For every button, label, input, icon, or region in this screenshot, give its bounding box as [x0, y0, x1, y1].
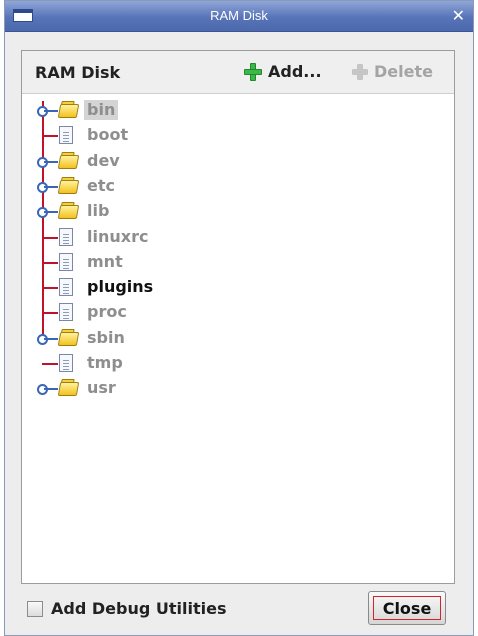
tree-item-label[interactable]: lib — [84, 201, 112, 221]
add-icon — [244, 62, 262, 81]
tree-branch-line — [42, 135, 58, 138]
add-button-label: Add... — [268, 62, 322, 81]
tree-item-usr[interactable]: usr — [22, 376, 322, 401]
window-title: RAM Disk — [210, 8, 268, 23]
tree-item-label[interactable]: mnt — [84, 252, 126, 272]
tree-item-boot[interactable]: boot — [22, 123, 322, 148]
tree-branch-line — [44, 337, 58, 340]
close-button-label: Close — [382, 599, 432, 618]
tree-item-label[interactable]: sbin — [84, 328, 128, 348]
ram-disk-dialog: RAM Disk ✕ RAM Disk Add... Delete bin boo… — [4, 0, 474, 636]
tree-item-lib[interactable]: lib — [22, 199, 322, 224]
tree-branch-line — [42, 261, 58, 264]
tree-branch-line — [44, 185, 58, 188]
folder-icon — [59, 101, 78, 118]
tree-branch-line — [44, 211, 58, 214]
tree-branch-line — [42, 236, 58, 239]
file-tree: bin boot dev etc lib linuxrc mnt plugins proc sbi… — [22, 93, 454, 583]
debug-utilities-checkbox[interactable] — [27, 600, 43, 617]
panel-header: RAM Disk Add... Delete — [22, 51, 454, 94]
tree-branch-line — [42, 312, 58, 315]
file-icon — [59, 252, 73, 271]
file-icon — [59, 354, 73, 372]
file-icon — [59, 126, 73, 145]
tree-item-mnt[interactable]: mnt — [22, 250, 322, 275]
tree-item-label[interactable]: plugins — [84, 277, 156, 297]
panel-title: RAM Disk — [35, 63, 121, 82]
folder-icon — [59, 177, 78, 194]
tree-branch-line — [44, 388, 58, 391]
title-bar[interactable]: RAM Disk ✕ — [5, 1, 473, 32]
ram-disk-panel: RAM Disk Add... Delete bin boot dev etc lib l… — [21, 50, 455, 584]
file-icon — [59, 303, 73, 322]
tree-item-bin[interactable]: bin — [22, 98, 322, 123]
tree-item-label[interactable]: linuxrc — [84, 227, 151, 247]
debug-utilities-option[interactable]: Add Debug Utilities — [27, 599, 226, 618]
tree-item-label[interactable]: dev — [84, 151, 123, 171]
tree-item-label[interactable]: etc — [84, 176, 118, 196]
tree-branch-line — [42, 287, 58, 290]
close-button[interactable]: Close — [368, 591, 446, 625]
folder-icon — [59, 202, 78, 219]
tree-item-label[interactable]: boot — [84, 125, 131, 145]
tree-item-dev[interactable]: dev — [22, 149, 322, 174]
tree-item-proc[interactable]: proc — [22, 300, 322, 325]
debug-utilities-label: Add Debug Utilities — [51, 599, 227, 618]
folder-icon — [59, 329, 78, 346]
tree-branch-line — [44, 110, 58, 112]
file-icon — [59, 227, 73, 246]
tree-item-linuxrc[interactable]: linuxrc — [22, 225, 322, 250]
tree-item-label[interactable]: tmp — [84, 353, 126, 373]
close-window-icon[interactable]: ✕ — [452, 6, 465, 25]
folder-icon — [59, 379, 78, 396]
tree-item-sbin[interactable]: sbin — [22, 326, 322, 351]
delete-button[interactable]: Delete — [352, 62, 433, 81]
tree-item-label[interactable]: bin — [84, 100, 119, 120]
delete-icon — [352, 63, 368, 80]
tree-item-tmp[interactable]: tmp — [22, 351, 322, 376]
tree-branch-line — [42, 363, 58, 365]
tree-item-label[interactable]: usr — [84, 378, 119, 398]
tree-item-label[interactable]: proc — [84, 302, 130, 322]
delete-button-label: Delete — [374, 62, 433, 81]
tree-item-plugins[interactable]: plugins — [22, 275, 322, 300]
add-button[interactable]: Add... — [244, 62, 322, 81]
tree-branch-line — [44, 160, 58, 163]
file-icon — [59, 278, 73, 297]
folder-icon — [59, 152, 78, 169]
tree-item-etc[interactable]: etc — [22, 174, 322, 199]
